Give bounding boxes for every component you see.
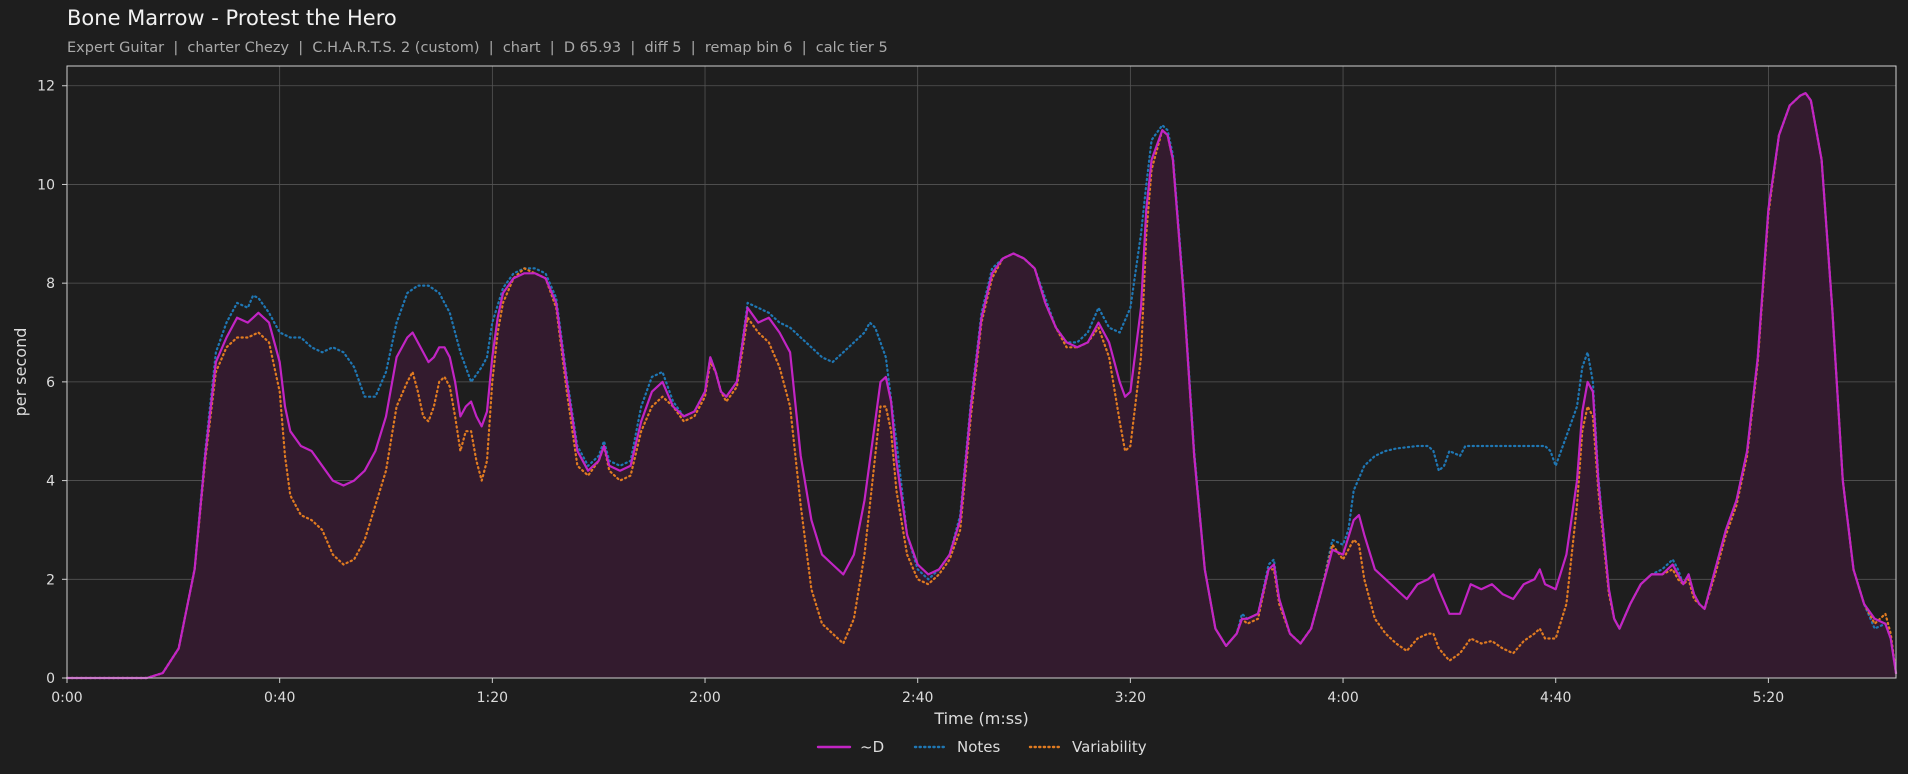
y-axis-label: per second [11,328,30,417]
x-tick-label: 4:40 [1540,690,1571,706]
x-tick-label: 3:20 [1115,690,1146,706]
x-tick-label: 1:20 [477,690,508,706]
legend-label: ~D [860,738,884,756]
y-tick-label: 6 [46,375,55,391]
legend-label: Notes [957,738,1001,756]
y-tick-label: 2 [46,572,55,588]
y-tick-label: 4 [46,474,55,490]
legend-label: Variability [1072,738,1147,756]
x-tick-label: 0:00 [51,690,82,706]
area-fill [67,93,1896,679]
x-tick-label: 4:00 [1327,690,1358,706]
y-tick-label: 0 [46,671,55,687]
x-axis-label: Time (m:ss) [933,709,1028,728]
x-tick-label: 2:00 [689,690,720,706]
x-tick-label: 5:20 [1753,690,1784,706]
y-tick-label: 8 [46,276,55,292]
legend: ~D Notes Variability [816,738,1147,756]
line-chart: 0:00 0:40 1:20 2:00 2:40 3:20 4:00 4:40 5:20 0 2 4 6… [11,65,1898,756]
x-tick-label: 0:40 [264,690,295,706]
area-under-d [67,93,1896,679]
y-tick-label: 12 [37,79,55,95]
y-tick-label: 10 [37,177,55,193]
x-tick-label: 2:40 [902,690,933,706]
